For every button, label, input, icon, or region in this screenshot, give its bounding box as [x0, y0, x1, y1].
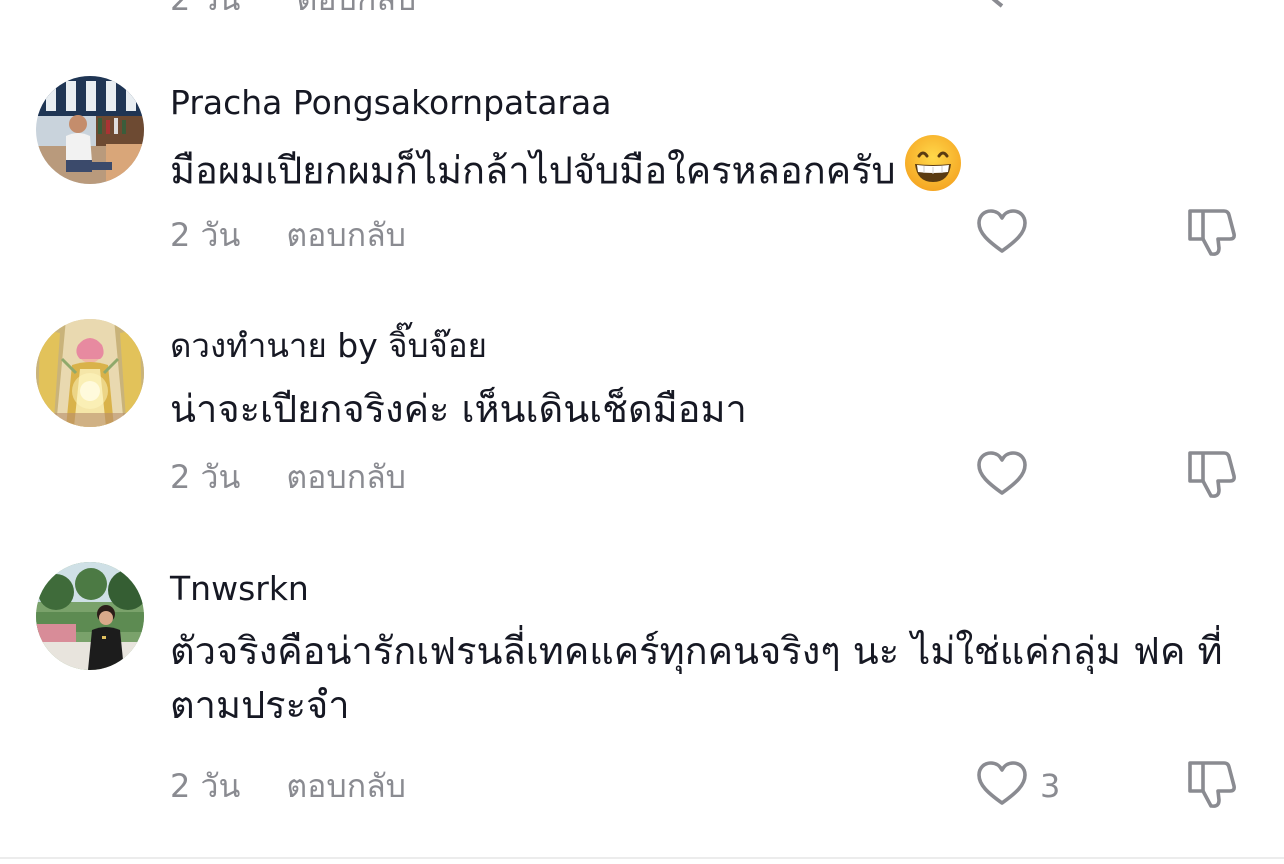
like-count: 3: [1040, 767, 1061, 805]
comment-username[interactable]: Tnwsrkn: [170, 568, 309, 610]
comment-list: 2 วัน ตอบกลับ: [0, 0, 1284, 864]
avatar-image-park: [36, 562, 144, 670]
comment-text: ตัวจริงคือน่ารักเฟรนลี่เทคแคร์ทุกคนจริงๆ…: [170, 629, 1223, 727]
like-button[interactable]: [974, 756, 1030, 812]
bottom-divider: [0, 857, 1284, 859]
comment-meta: 2 วัน ตอบกลับ: [170, 763, 406, 809]
heart-outline-icon: [977, 761, 1027, 805]
reply-button[interactable]: ตอบกลับ: [286, 763, 406, 809]
thumbs-down-outline-icon: [1188, 761, 1236, 808]
comment-time: 2 วัน: [170, 767, 241, 805]
avatar[interactable]: [36, 562, 144, 670]
comment-item: Tnwsrkn ตัวจริงคือน่ารักเฟรนลี่เทคแคร์ทุ…: [0, 0, 1284, 840]
dislike-button[interactable]: [1184, 756, 1240, 812]
